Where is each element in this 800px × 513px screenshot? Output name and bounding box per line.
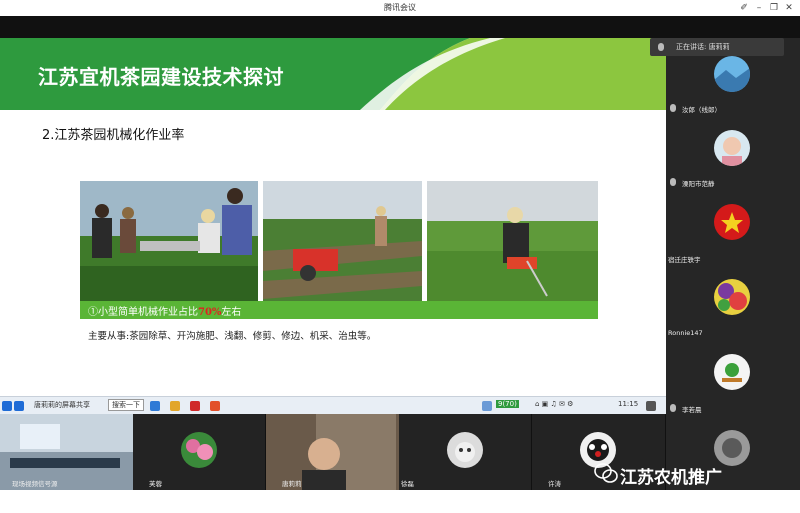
caption-suffix: 左右 bbox=[221, 307, 242, 318]
avatar-fruit-image bbox=[714, 279, 750, 315]
avatar-woman[interactable] bbox=[714, 130, 750, 166]
photo-tea-workers bbox=[80, 181, 258, 301]
app-icon-1[interactable] bbox=[150, 401, 160, 411]
mic-icon bbox=[670, 104, 676, 112]
screen-share-label: 唐莉莉的屏幕共享 bbox=[34, 401, 90, 409]
section-title: 2.江苏茶园机械化作业率 bbox=[42, 128, 185, 143]
participant-name: 汝郎（线郎） bbox=[682, 106, 721, 114]
tile-name: 唐莉莉 bbox=[282, 480, 302, 488]
photo-row bbox=[80, 181, 598, 301]
avatar-red-image bbox=[714, 204, 750, 240]
participant-panel: 汝郎（线郎） 溧阳市范静 宿迁庄轶宇 Ronnie147 李若晨 bbox=[666, 38, 800, 490]
avatar-logo[interactable] bbox=[714, 354, 750, 390]
wifi-status[interactable]: 9(70) bbox=[496, 400, 519, 408]
slide-description: 主要从事:茶园除草、开沟施肥、浅翻、修剪、修边、机采、治虫等。 bbox=[88, 331, 377, 342]
avatar-landscape-image bbox=[714, 56, 750, 92]
avatar-flowers-image bbox=[181, 432, 217, 468]
video-tile[interactable]: 徐磊 bbox=[399, 414, 532, 490]
mic-icon bbox=[670, 178, 676, 186]
participant-name: 溧阳市范静 bbox=[682, 180, 715, 188]
user-icon[interactable] bbox=[2, 401, 12, 411]
top-strip bbox=[0, 16, 800, 38]
bottom-bar bbox=[0, 490, 800, 513]
pin-icon[interactable]: ✐ bbox=[737, 1, 751, 15]
participant-name: 宿迁庄轶宇 bbox=[668, 256, 701, 264]
watermark-text: 江苏农机推广 bbox=[620, 468, 722, 488]
caption-text: ①小型简单机械作业占比70%左右 bbox=[88, 303, 241, 318]
mic-icon[interactable] bbox=[14, 401, 24, 411]
folder-icon[interactable] bbox=[170, 401, 180, 411]
participant-name: Ronnie147 bbox=[668, 329, 703, 337]
video-tile[interactable]: 唐莉莉 bbox=[266, 414, 399, 490]
avatar-fruit[interactable] bbox=[714, 279, 750, 315]
app-title: 腾讯会议 bbox=[384, 3, 416, 12]
speaking-indicator: 正在讲话: 唐莉莉 bbox=[650, 38, 784, 56]
tile-name: 许涛 bbox=[548, 480, 561, 488]
avatar-animal bbox=[447, 432, 483, 468]
ppt-icon[interactable] bbox=[210, 401, 220, 411]
restore-icon[interactable]: ❐ bbox=[767, 1, 781, 15]
participant-name: 李若晨 bbox=[682, 406, 702, 414]
tile-name: 徐磊 bbox=[401, 480, 414, 488]
mic-icon bbox=[670, 404, 676, 412]
photo-brush-cutter bbox=[427, 181, 598, 301]
avatar-gray-image bbox=[714, 430, 750, 466]
meeting-window: 腾讯会议 ✐ – ❐ ✕ 江苏宜机茶园建设技术探讨 2.江苏茶园机械化作业率 ①… bbox=[0, 0, 800, 513]
cloud-icon[interactable] bbox=[482, 401, 492, 411]
video-strip: 现场视频信号源 芙蓉 唐莉莉 徐磊 许涛 bbox=[0, 414, 666, 490]
shared-taskbar: 唐莉莉的屏幕共享 搜索一下 9(70) ⌂ ▣ ♫ ✉ ⚙ 11:15 bbox=[0, 396, 666, 414]
avatar-logo-image bbox=[714, 354, 750, 390]
tile-name: 芙蓉 bbox=[149, 480, 162, 488]
caption-prefix: ①小型简单机械作业占比 bbox=[88, 307, 198, 318]
search-box[interactable]: 搜索一下 bbox=[108, 399, 144, 411]
avatar-animal-image bbox=[447, 432, 483, 468]
tray-icons[interactable]: ⌂ ▣ ♫ ✉ ⚙ bbox=[535, 400, 573, 408]
clock: 11:15 bbox=[618, 400, 639, 408]
video-tile[interactable]: 现场视频信号源 bbox=[0, 414, 133, 490]
minimize-icon[interactable]: – bbox=[752, 1, 766, 15]
close-icon[interactable]: ✕ bbox=[782, 1, 796, 15]
wps-icon[interactable] bbox=[190, 401, 200, 411]
shared-slide: 江苏宜机茶园建设技术探讨 2.江苏茶园机械化作业率 ①小型简单机械作业占比70%… bbox=[0, 38, 666, 396]
avatar-woman-image bbox=[714, 130, 750, 166]
video-tile[interactable]: 芙蓉 bbox=[133, 414, 266, 490]
avatar-gray[interactable] bbox=[714, 430, 750, 466]
avatar-red[interactable] bbox=[714, 204, 750, 240]
title-bar: 腾讯会议 ✐ – ❐ ✕ bbox=[0, 0, 800, 16]
speaking-label: 正在讲话: 唐莉莉 bbox=[676, 43, 730, 51]
avatar-landscape[interactable] bbox=[714, 56, 750, 92]
caption-bar: ①小型简单机械作业占比70%左右 bbox=[80, 301, 598, 319]
avatar-flowers bbox=[181, 432, 217, 468]
slide-title: 江苏宜机茶园建设技术探讨 bbox=[38, 65, 284, 89]
wechat-icon bbox=[594, 463, 618, 483]
photo-red-tiller bbox=[263, 181, 422, 301]
caption-highlight: 70% bbox=[198, 307, 222, 318]
mic-icon bbox=[658, 43, 664, 51]
tile-name: 现场视频信号源 bbox=[12, 480, 58, 488]
notification-icon[interactable] bbox=[646, 401, 656, 411]
